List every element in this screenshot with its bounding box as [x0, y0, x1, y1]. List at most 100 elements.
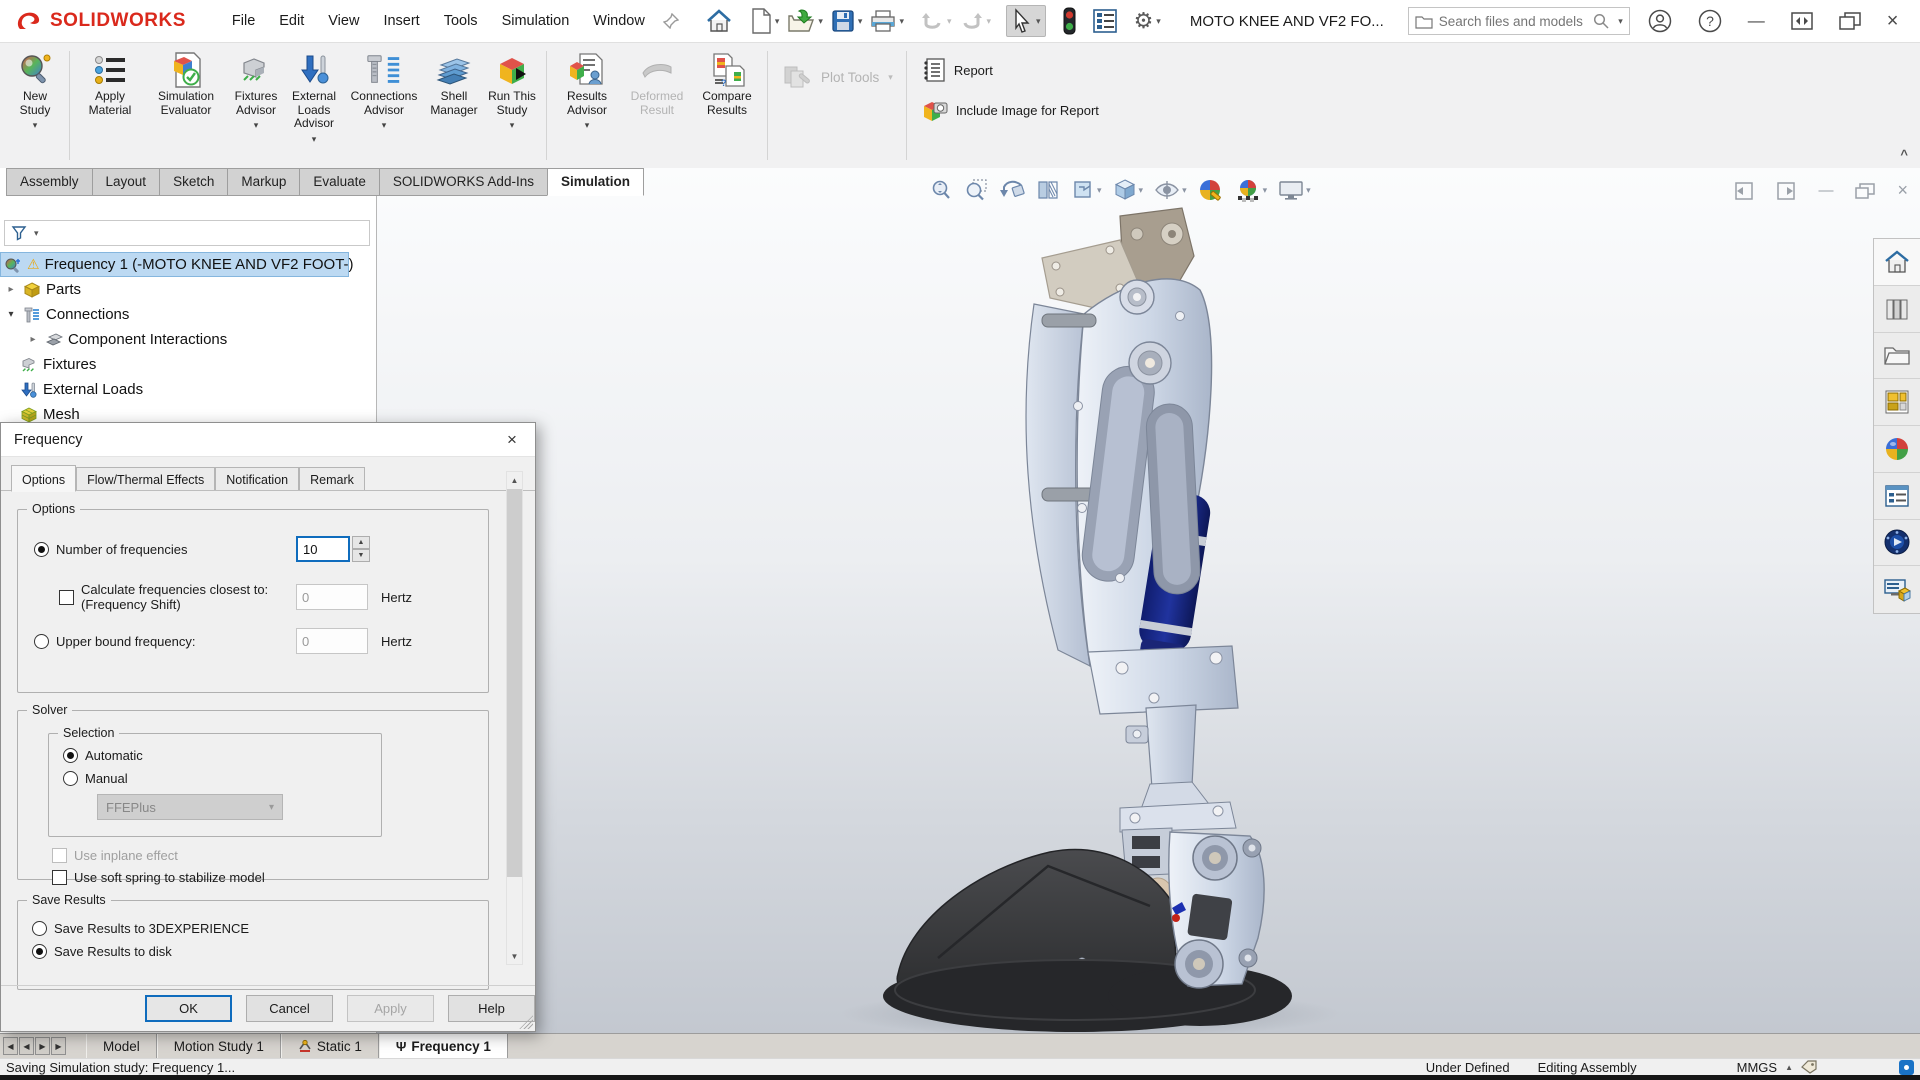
menu-file[interactable]: File	[222, 7, 265, 35]
tab-static-1[interactable]: Static 1	[281, 1034, 379, 1058]
expand-interactions-icon[interactable]: ▸	[26, 334, 40, 345]
open-caret-icon[interactable]: ▾	[818, 16, 823, 27]
model-knee-assembly[interactable]	[1026, 208, 1213, 668]
frequency-shift-checkbox[interactable]	[59, 590, 74, 605]
search-box[interactable]: ▾	[1408, 7, 1630, 35]
home-button[interactable]	[701, 5, 737, 37]
menu-simulation[interactable]: Simulation	[492, 7, 580, 35]
view-orientation-caret-icon[interactable]: ▾	[1139, 185, 1144, 196]
print-button[interactable]: ▾	[867, 6, 907, 36]
dialog-scrollbar[interactable]: ▲ ▼	[506, 471, 523, 965]
scroll-down-icon[interactable]: ▼	[507, 948, 522, 964]
collapse-connections-icon[interactable]: ▾	[4, 309, 18, 320]
tab-sketch[interactable]: Sketch	[159, 168, 227, 196]
manual-radio[interactable]	[63, 771, 78, 786]
menu-tools[interactable]: Tools	[434, 7, 488, 35]
save-to-disk-radio[interactable]	[32, 944, 47, 959]
scrollbar-thumb[interactable]	[507, 489, 522, 877]
tab-solidworks-add-ins[interactable]: SOLIDWORKS Add-Ins	[379, 168, 547, 196]
prosthetic-leg-model[interactable]	[820, 196, 1380, 1033]
tab-motion-study-1[interactable]: Motion Study 1	[157, 1034, 281, 1058]
save-button[interactable]: ▾	[828, 6, 866, 36]
close-button[interactable]: ×	[1887, 10, 1899, 33]
new-study-caret-icon[interactable]: ▾	[33, 119, 38, 133]
menu-edit[interactable]: Edit	[269, 7, 314, 35]
menu-window[interactable]: Window	[583, 7, 655, 35]
next-tab-button[interactable]: ▶	[35, 1037, 50, 1055]
dialog-title-bar[interactable]: Frequency ×	[1, 423, 535, 457]
tab-model[interactable]: Model	[86, 1034, 157, 1058]
tab-frequency-1[interactable]: Ψ Frequency 1	[379, 1034, 508, 1058]
dialog-tab-options[interactable]: Options	[11, 465, 76, 492]
select-tool-caret-icon[interactable]: ▾	[1036, 16, 1041, 27]
options-button[interactable]: ⚙ ▾	[1131, 5, 1164, 37]
menu-view[interactable]: View	[318, 7, 369, 35]
dialog-tab-remark[interactable]: Remark	[299, 467, 365, 491]
help-icon[interactable]: ?	[1698, 9, 1722, 33]
select-tool-button[interactable]: ▾	[1006, 5, 1046, 37]
tab-simulation[interactable]: Simulation	[547, 168, 644, 196]
save-to-3dexperience-label[interactable]: Save Results to 3DEXPERIENCE	[54, 921, 249, 936]
automatic-label[interactable]: Automatic	[85, 748, 143, 763]
previous-tab-button[interactable]: ◀	[19, 1037, 34, 1055]
viewport-restore-button[interactable]	[1855, 182, 1875, 200]
tag-icon[interactable]	[1801, 1060, 1817, 1074]
custom-properties-button[interactable]	[1874, 473, 1920, 520]
collapse-pane-left-icon[interactable]	[1734, 181, 1754, 201]
restore-button[interactable]	[1839, 11, 1861, 31]
tab-assembly[interactable]: Assembly	[6, 168, 92, 196]
interference-check-button[interactable]	[1060, 4, 1079, 38]
upper-bound-label[interactable]: Upper bound frequency:	[56, 634, 195, 649]
include-image-for-report-button[interactable]: Include Image for Report	[922, 97, 1099, 123]
span-displays-button[interactable]	[1791, 11, 1813, 31]
tree-item-parts[interactable]: ▸ Parts	[0, 277, 376, 302]
units-label[interactable]: MMGS	[1737, 1060, 1777, 1075]
apply-material-button[interactable]: Apply Material	[75, 49, 145, 118]
save-to-3dexperience-radio[interactable]	[32, 921, 47, 936]
save-to-disk-label[interactable]: Save Results to disk	[54, 944, 172, 959]
expand-parts-icon[interactable]: ▸	[4, 284, 18, 295]
viewport-close-button[interactable]: ×	[1897, 180, 1908, 201]
new-document-button[interactable]: ▾	[747, 5, 783, 37]
tab-markup[interactable]: Markup	[227, 168, 299, 196]
simulation-evaluator-button[interactable]: Simulation Evaluator	[145, 49, 227, 118]
results-advisor-caret-icon[interactable]: ▾	[585, 119, 590, 133]
new-document-caret-icon[interactable]: ▾	[775, 16, 780, 27]
design-library-button[interactable]	[1874, 286, 1920, 333]
connections-advisor-button[interactable]: Connections Advisor ▾	[343, 49, 425, 134]
save-caret-icon[interactable]: ▾	[858, 16, 863, 27]
dialog-resize-grip[interactable]	[519, 1015, 533, 1029]
tree-item-external-loads[interactable]: External Loads	[0, 377, 376, 402]
connections-caret-icon[interactable]: ▾	[382, 119, 387, 133]
new-study-button[interactable]: New Study ▾	[6, 49, 64, 134]
run-this-study-button[interactable]: Run This Study ▾	[483, 49, 541, 134]
filter-caret-icon[interactable]: ▾	[34, 228, 39, 239]
minimize-button[interactable]: —	[1748, 11, 1765, 31]
tree-item-connections[interactable]: ▾ Connections	[0, 302, 376, 327]
manual-label[interactable]: Manual	[85, 771, 128, 786]
collapse-pane-right-icon[interactable]	[1776, 181, 1796, 201]
tree-item-frequency-study[interactable]: ⚠ Frequency 1 (-MOTO KNEE AND VF2 FOOT-)	[0, 252, 349, 277]
scroll-up-icon[interactable]: ▲	[507, 472, 522, 488]
tab-layout[interactable]: Layout	[92, 168, 160, 196]
run-study-caret-icon[interactable]: ▾	[510, 119, 515, 133]
options-caret-icon[interactable]: ▾	[1156, 16, 1161, 27]
collapse-ribbon-chevron-icon[interactable]: ^	[1900, 147, 1908, 162]
last-tab-button[interactable]: ▶	[51, 1037, 66, 1055]
spinner-down-icon[interactable]: ▼	[352, 549, 370, 562]
view-settings-caret-icon[interactable]: ▾	[1306, 185, 1311, 196]
tree-item-component-interactions[interactable]: ▸ Component Interactions	[0, 327, 376, 352]
tree-item-fixtures[interactable]: Fixtures	[0, 352, 376, 377]
report-button[interactable]: Report	[922, 57, 1099, 83]
frequency-shift-label[interactable]: Calculate frequencies closest to: (Frequ…	[81, 582, 268, 612]
viewport-minimize-button[interactable]: —	[1818, 182, 1833, 199]
model-foot-assembly[interactable]	[883, 832, 1292, 1032]
appearances-scenes-button[interactable]	[1874, 426, 1920, 473]
menu-insert[interactable]: Insert	[373, 7, 429, 35]
3dexperience-button[interactable]	[1874, 520, 1920, 567]
shell-manager-button[interactable]: Shell Manager	[425, 49, 483, 118]
search-input[interactable]	[1439, 14, 1587, 29]
file-explorer-button[interactable]	[1874, 333, 1920, 380]
apply-scene-caret-icon[interactable]: ▾	[1263, 185, 1268, 196]
ok-button[interactable]: OK	[145, 995, 232, 1022]
